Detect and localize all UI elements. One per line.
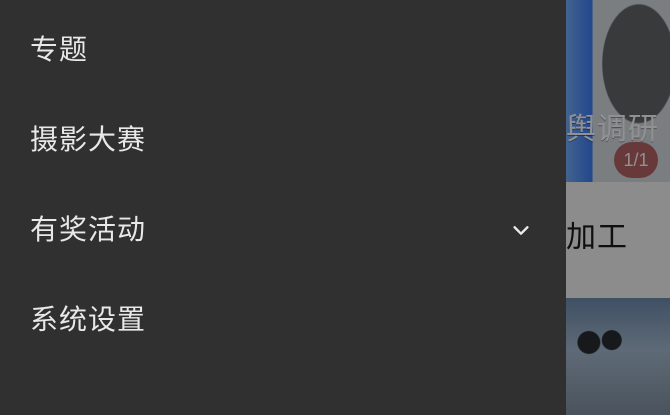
app-screen: 舆调研 1/1 加工 专题 摄影大赛 有奖活动 系统设置: [0, 0, 670, 415]
drawer-item-photo-contest[interactable]: 摄影大赛: [0, 100, 566, 180]
drawer-menu: 专题 摄影大赛 有奖活动 系统设置: [0, 0, 566, 415]
drawer-item-system-settings[interactable]: 系统设置: [0, 280, 566, 360]
chevron-down-icon[interactable]: [510, 219, 532, 241]
drawer-item-prize-activities[interactable]: 有奖活动: [0, 190, 566, 270]
drawer-item-label: 系统设置: [30, 303, 147, 336]
navigation-drawer: 专题 摄影大赛 有奖活动 系统设置: [0, 0, 566, 415]
drawer-item-topics[interactable]: 专题: [0, 10, 566, 90]
drawer-item-label: 摄影大赛: [30, 123, 147, 156]
drawer-item-label: 专题: [30, 33, 89, 66]
drawer-item-label: 有奖活动: [30, 213, 147, 246]
